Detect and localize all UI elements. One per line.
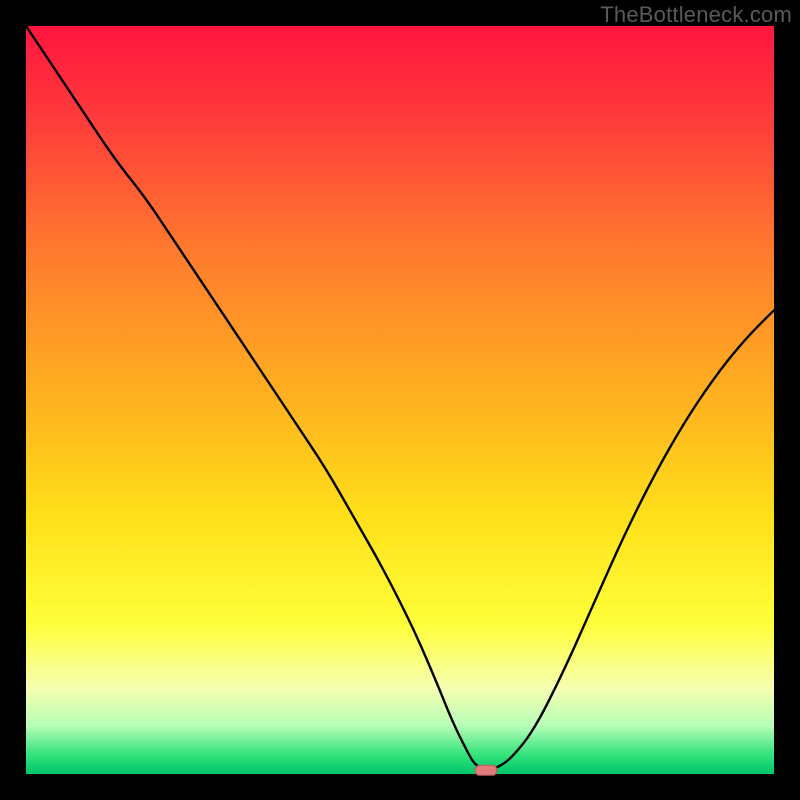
gradient-background xyxy=(26,26,774,774)
watermark-label: TheBottleneck.com xyxy=(600,2,792,28)
optimal-marker xyxy=(475,765,497,775)
chart-frame: { "watermark": "TheBottleneck.com", "col… xyxy=(0,0,800,800)
bottleneck-chart xyxy=(0,0,800,800)
